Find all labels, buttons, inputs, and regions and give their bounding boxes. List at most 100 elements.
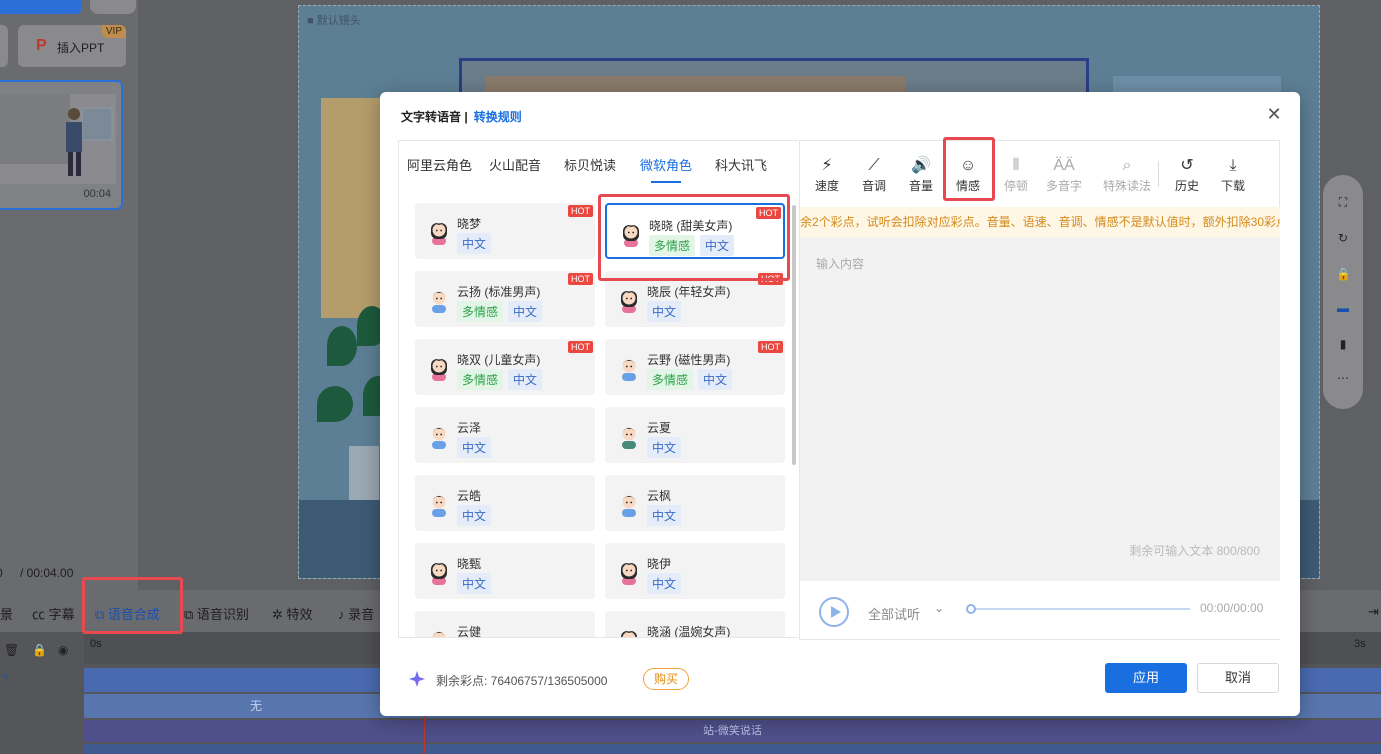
tool-speaker[interactable]: 🔊 音量 [901,155,941,194]
ruler-end: 3s [1354,638,1366,650]
voice-avatar-icon [428,559,450,585]
voice-name: 晓甄 [457,557,482,571]
fit-icon[interactable]: ⛶ [1336,195,1350,209]
subtitle-icon: ㏄ [32,607,49,622]
effects-icon: ✲ [272,607,287,622]
conversion-rules-link[interactable]: 转换规则 [474,110,522,124]
speaker-icon: 🔊 [911,157,931,174]
voice-card[interactable]: 晓梦 中文 HOT [415,203,595,259]
sparkle-icon [409,671,425,687]
expand-icon[interactable]: ⇥ [1368,604,1379,620]
progress-handle[interactable] [966,604,976,614]
more-icon[interactable]: ⋯ [1336,371,1350,385]
track-extra[interactable] [84,744,1381,754]
insert-ppt-button[interactable]: P 插入PPT VIP [18,25,126,67]
progress-track[interactable] [970,608,1190,610]
language-tag: 中文 [698,369,733,390]
buy-button[interactable]: 购买 [643,668,689,690]
audio-player: 全部试听 ⌄ 00:00/00:00 [800,581,1280,639]
slide-thumbnail[interactable]: 00:04 [0,80,123,210]
toolbar-effects[interactable]: ✲ 特效 [272,604,313,623]
voice-avatar-icon [618,423,640,449]
help-icon[interactable]: ? [2,672,9,686]
voice-card[interactable]: 晓伊 中文 [605,543,785,599]
eye-icon[interactable]: ◉ [58,643,68,657]
tool-label: 历史 [1174,179,1199,193]
voice-name: 云枫 [647,489,672,503]
close-icon[interactable]: ✕ [1266,105,1282,123]
hot-badge: HOT [568,273,593,285]
chevron-down-icon[interactable]: ⌄ [934,601,944,615]
voice-tags: 中文 [457,505,496,526]
canvas-toolbar: ⛶ ↻ 🔒 ▬ ▮ ⋯ [1323,175,1363,409]
tab-biaobei[interactable]: 标贝悦读 [564,155,616,174]
tab-microsoft[interactable]: 微软角色 [640,155,692,174]
text-input[interactable]: 输入内容 剩余可输入文本 800/800 [800,237,1280,581]
voice-card[interactable]: 云扬 (标准男声) 多情感 中文 HOT [415,271,595,327]
voice-card[interactable]: 云野 (磁性男声) 多情感 中文 HOT [605,339,785,395]
voice-card[interactable]: 云健 [415,611,595,638]
phone-icon[interactable]: ▮ [1336,337,1350,351]
apply-button[interactable]: 应用 [1105,663,1187,693]
voice-card[interactable]: 云皓 中文 [415,475,595,531]
char-counter: 剩余可输入文本 800/800 [1129,544,1260,558]
download-icon: ⤓ [1229,157,1237,174]
toolbar-subtitle[interactable]: ㏄ 字幕 [32,604,75,623]
playhead[interactable] [424,712,425,754]
top-round-button[interactable] [90,0,136,14]
tool-pause[interactable]: ⫴ 停顿 [996,155,1036,194]
tool-lightning[interactable]: ⚡ 速度 [807,155,847,194]
rotate-icon[interactable]: ↻ [1336,231,1350,245]
tab-volcano[interactable]: 火山配音 [489,155,541,174]
text-input-placeholder: 输入内容 [816,257,865,271]
voice-card[interactable]: 晓甄 中文 [415,543,595,599]
voice-tags: 中文 [457,573,496,594]
tab-iflytek[interactable]: 科大讯飞 [715,155,767,174]
highlight-tts-toolbar [82,577,183,634]
voice-card[interactable]: 云泽 中文 [415,407,595,463]
cost-notice: 余2个彩点，试听会扣除对应彩点。音量、语速、音调、情感不是默认值时，额外扣除30… [800,207,1280,237]
toolbar-record[interactable]: ♪ 录音 [338,604,374,623]
side-button[interactable] [0,25,8,67]
asr-icon: ⧉ [184,607,197,622]
toolbar-scene[interactable]: 景 [0,604,13,623]
voice-tags: 中文 [647,301,686,322]
vip-badge: VIP [101,25,126,38]
tool-label: 音调 [861,179,886,193]
language-tag: 中文 [647,301,682,322]
lightning-icon: ⚡ [821,157,833,174]
points-balance: 剩余彩点: 76406757/136505000 [436,674,608,688]
voice-avatar-icon [428,627,450,637]
special-read-icon: ⌕ [1122,157,1132,174]
voice-avatar-icon [428,491,450,517]
tool-history[interactable]: ↺ 历史 [1167,155,1207,194]
tool-special-read[interactable]: ⌕ 特殊读法 [1097,155,1157,194]
ppt-icon: P [36,37,47,54]
voice-list-scrollbar[interactable] [792,205,796,465]
track-action[interactable]: 站-微笑说话 [84,720,1381,742]
lock-icon[interactable]: 🔒 [32,643,47,657]
voice-name: 云健 [457,625,482,638]
voice-card[interactable]: 晓涵 (温婉女声) [605,611,785,637]
cancel-button[interactable]: 取消 [1197,663,1279,693]
voice-card[interactable]: 云枫 中文 [605,475,785,531]
insert-ppt-label: 插入PPT [57,41,105,55]
tab-aliyun[interactable]: 阿里云角色 [407,155,472,174]
voice-card[interactable]: 云夏 中文 [605,407,785,463]
lock-icon[interactable]: 🔒 [1336,267,1351,281]
pitch-icon: ⟋ [868,157,880,174]
voice-avatar-icon [618,491,640,517]
tool-polyphone[interactable]: ÄÄ 多音字 [1042,155,1086,194]
tool-pitch[interactable]: ⟋ 音调 [854,155,894,194]
trash-icon[interactable]: 🗑 [4,643,19,657]
voice-tags: 多情感 中文 [647,369,737,390]
toolbar-asr[interactable]: ⧉ 语音识别 [184,604,249,623]
top-left-button[interactable] [0,0,82,14]
screen-icon[interactable]: ▬ [1336,301,1350,315]
voice-card[interactable]: 晓双 (儿童女声) 多情感 中文 HOT [415,339,595,395]
voice-avatar-icon [428,355,450,381]
voice-name: 晓双 (儿童女声) [457,353,541,367]
tool-download[interactable]: ⤓ 下载 [1213,155,1253,194]
play-mode-select[interactable]: 全部试听 [868,604,920,623]
play-icon[interactable] [819,597,849,627]
